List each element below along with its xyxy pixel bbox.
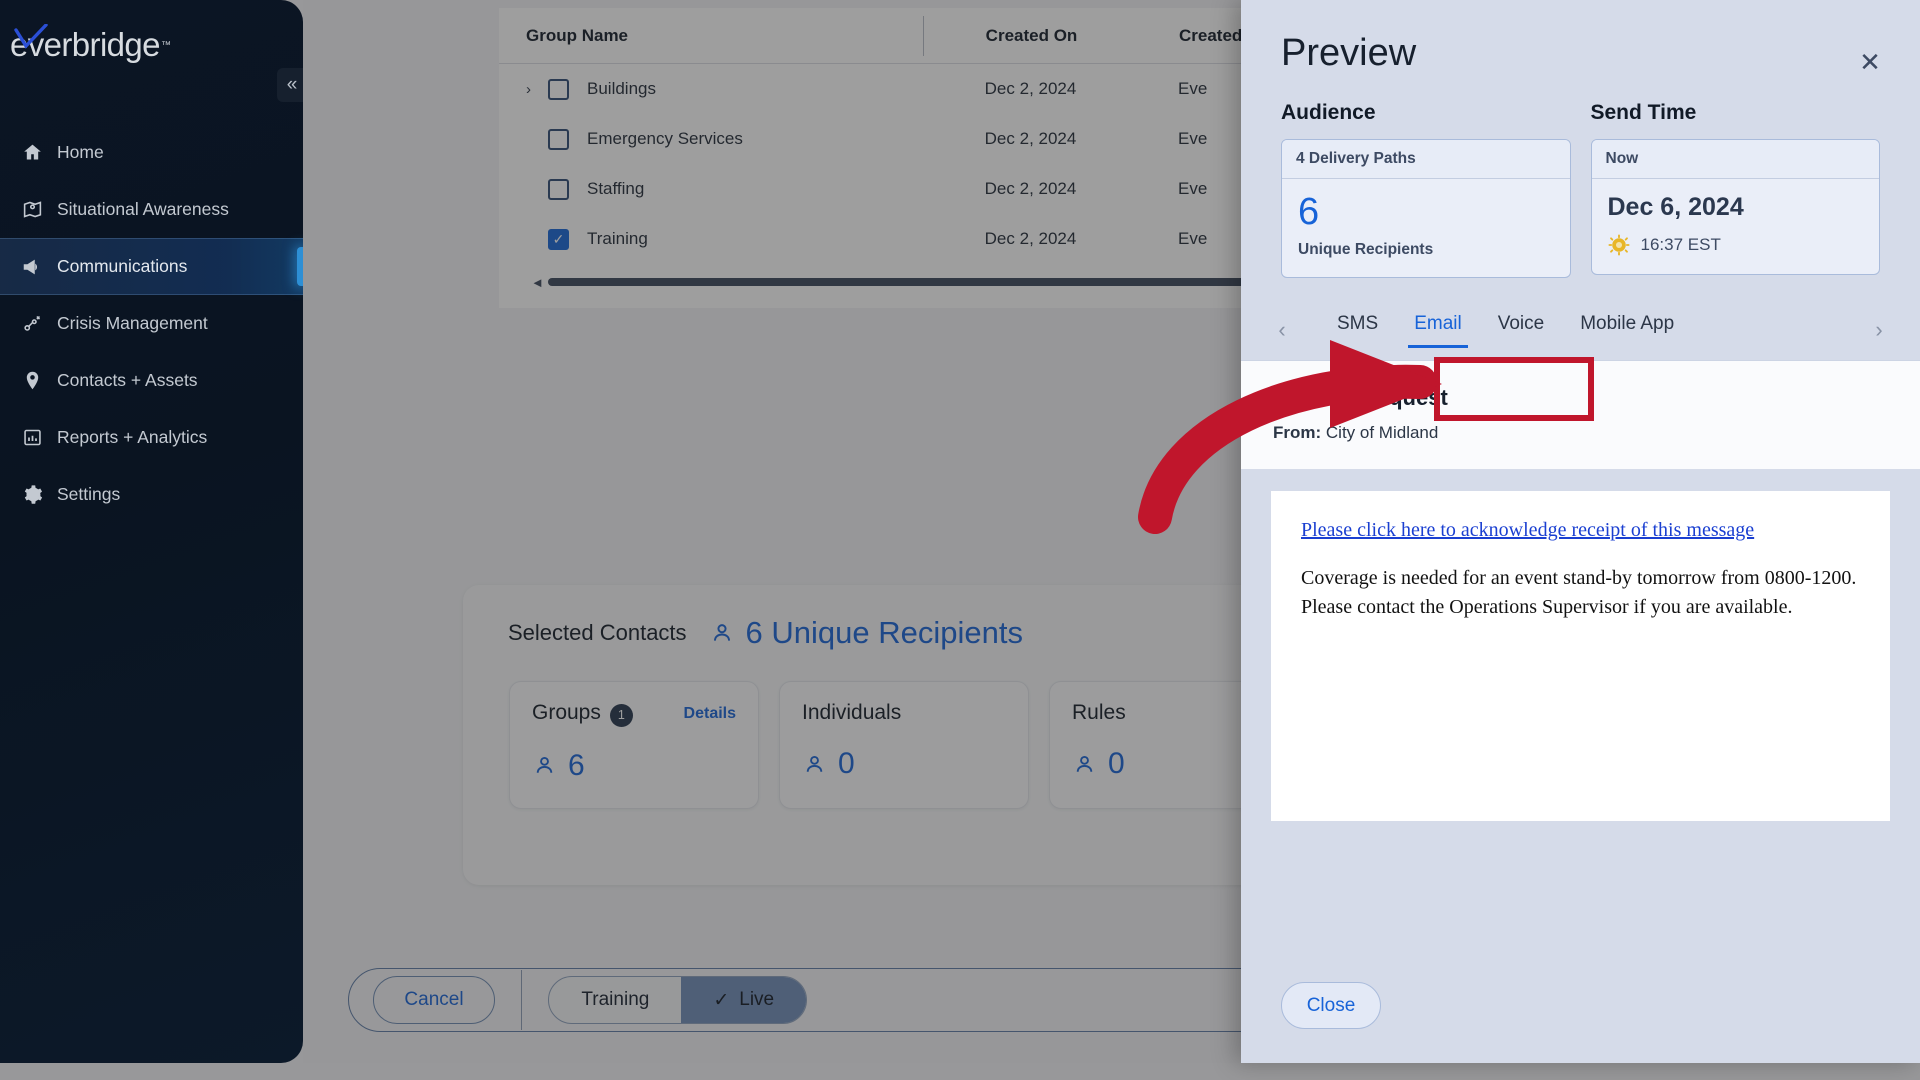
preview-panel: Preview ✕ Audience 4 Delivery Paths 6 Un… [1241,0,1920,1063]
sidebar-item-label: Situational Awareness [57,199,229,219]
preview-title: Preview [1281,32,1417,74]
audience-section-title: Audience [1281,101,1376,124]
send-time-card[interactable]: Now Dec 6, 2024 16:37 EST [1590,139,1880,275]
sidebar-item-contacts-assets[interactable]: Contacts + Assets [0,352,303,409]
preview-summary-sections: Audience 4 Delivery Paths 6 Unique Recip… [1241,75,1920,278]
from-value: City of Midland [1325,422,1439,442]
from-label: From: [1273,422,1322,442]
network-icon [18,313,46,335]
acknowledge-receipt-link[interactable]: Please click here to acknowledge receipt… [1301,519,1754,541]
tab-voice[interactable]: Voice [1480,307,1562,353]
sidebar-item-communications[interactable]: Communications [0,238,303,295]
send-time-mode-label: Now [1591,140,1879,179]
everbridge-check-icon [14,24,48,49]
sidebar-item-home[interactable]: Home [0,124,303,181]
sidebar: everbridge ™ « Home Situational Awarenes… [0,0,303,1063]
tab-email-label: Email [1414,312,1462,334]
sidebar-item-crisis-management[interactable]: Crisis Management [0,295,303,352]
message-header: Staffing Request From: City of Midland [1241,359,1920,469]
tab-mobile-app[interactable]: Mobile App [1562,307,1692,353]
tab-email[interactable]: Email [1396,307,1480,353]
sidebar-nav: Home Situational Awareness Communication… [0,124,303,523]
preview-header: Preview ✕ [1241,0,1920,75]
email-preview-area: Please click here to acknowledge receipt… [1241,469,1920,982]
map-pin-icon [18,199,46,221]
send-time-section-title: Send Time [1590,101,1697,124]
audience-card[interactable]: 4 Delivery Paths 6 Unique Recipients [1281,139,1571,278]
unique-recipients-value: 6 [1298,191,1320,233]
home-icon [18,142,46,164]
tabs-prev-icon[interactable]: ‹ [1269,317,1295,343]
sidebar-item-label: Reports + Analytics [57,427,208,447]
email-body-box: Please click here to acknowledge receipt… [1271,490,1890,821]
megaphone-icon [18,256,46,278]
preview-footer: Close [1241,982,1920,1063]
sidebar-item-label: Contacts + Assets [57,370,198,390]
audience-section: Audience 4 Delivery Paths 6 Unique Recip… [1281,101,1571,278]
sun-icon [1607,234,1630,256]
logo-trademark: ™ [160,39,171,51]
email-body-text: Coverage is needed for an event stand-by… [1301,566,1857,618]
sidebar-item-label: Communications [57,256,188,276]
close-button[interactable]: Close [1281,982,1381,1029]
delivery-paths-label: 4 Delivery Paths [1282,140,1570,179]
sidebar-item-label: Settings [57,484,121,504]
tab-sms[interactable]: SMS [1319,307,1396,353]
sidebar-item-reports-analytics[interactable]: Reports + Analytics [0,409,303,466]
sidebar-item-situational-awareness[interactable]: Situational Awareness [0,181,303,238]
close-icon[interactable]: ✕ [1854,46,1886,78]
location-icon [18,370,46,392]
sidebar-item-label: Home [57,142,104,162]
gear-icon [18,484,46,506]
delivery-path-tabs: ‹ SMS Email Voice Mobile App › [1241,278,1920,360]
message-subject: Staffing Request [1273,384,1448,410]
send-time-value: 16:37 EST [1640,235,1721,254]
sidebar-item-settings[interactable]: Settings [0,466,303,523]
send-time-row: 16:37 EST [1607,234,1864,256]
screen-root: Group Name Created On Created By › Build… [0,0,1920,1080]
send-date-value: Dec 6, 2024 [1607,193,1744,221]
everbridge-logo: everbridge ™ [10,24,171,64]
tabs-next-icon[interactable]: › [1866,317,1892,343]
tab-list: SMS Email Voice Mobile App [1295,307,1866,353]
sidebar-collapse-button[interactable]: « [277,68,303,102]
unique-recipients-sublabel: Unique Recipients [1298,240,1434,258]
tab-active-underline [1408,344,1468,348]
chart-icon [18,427,46,449]
sidebar-item-label: Crisis Management [57,313,208,333]
message-from: From: City of Midland [1273,423,1888,443]
send-time-section: Send Time Now Dec 6, 2024 16:37 EST [1590,101,1880,278]
